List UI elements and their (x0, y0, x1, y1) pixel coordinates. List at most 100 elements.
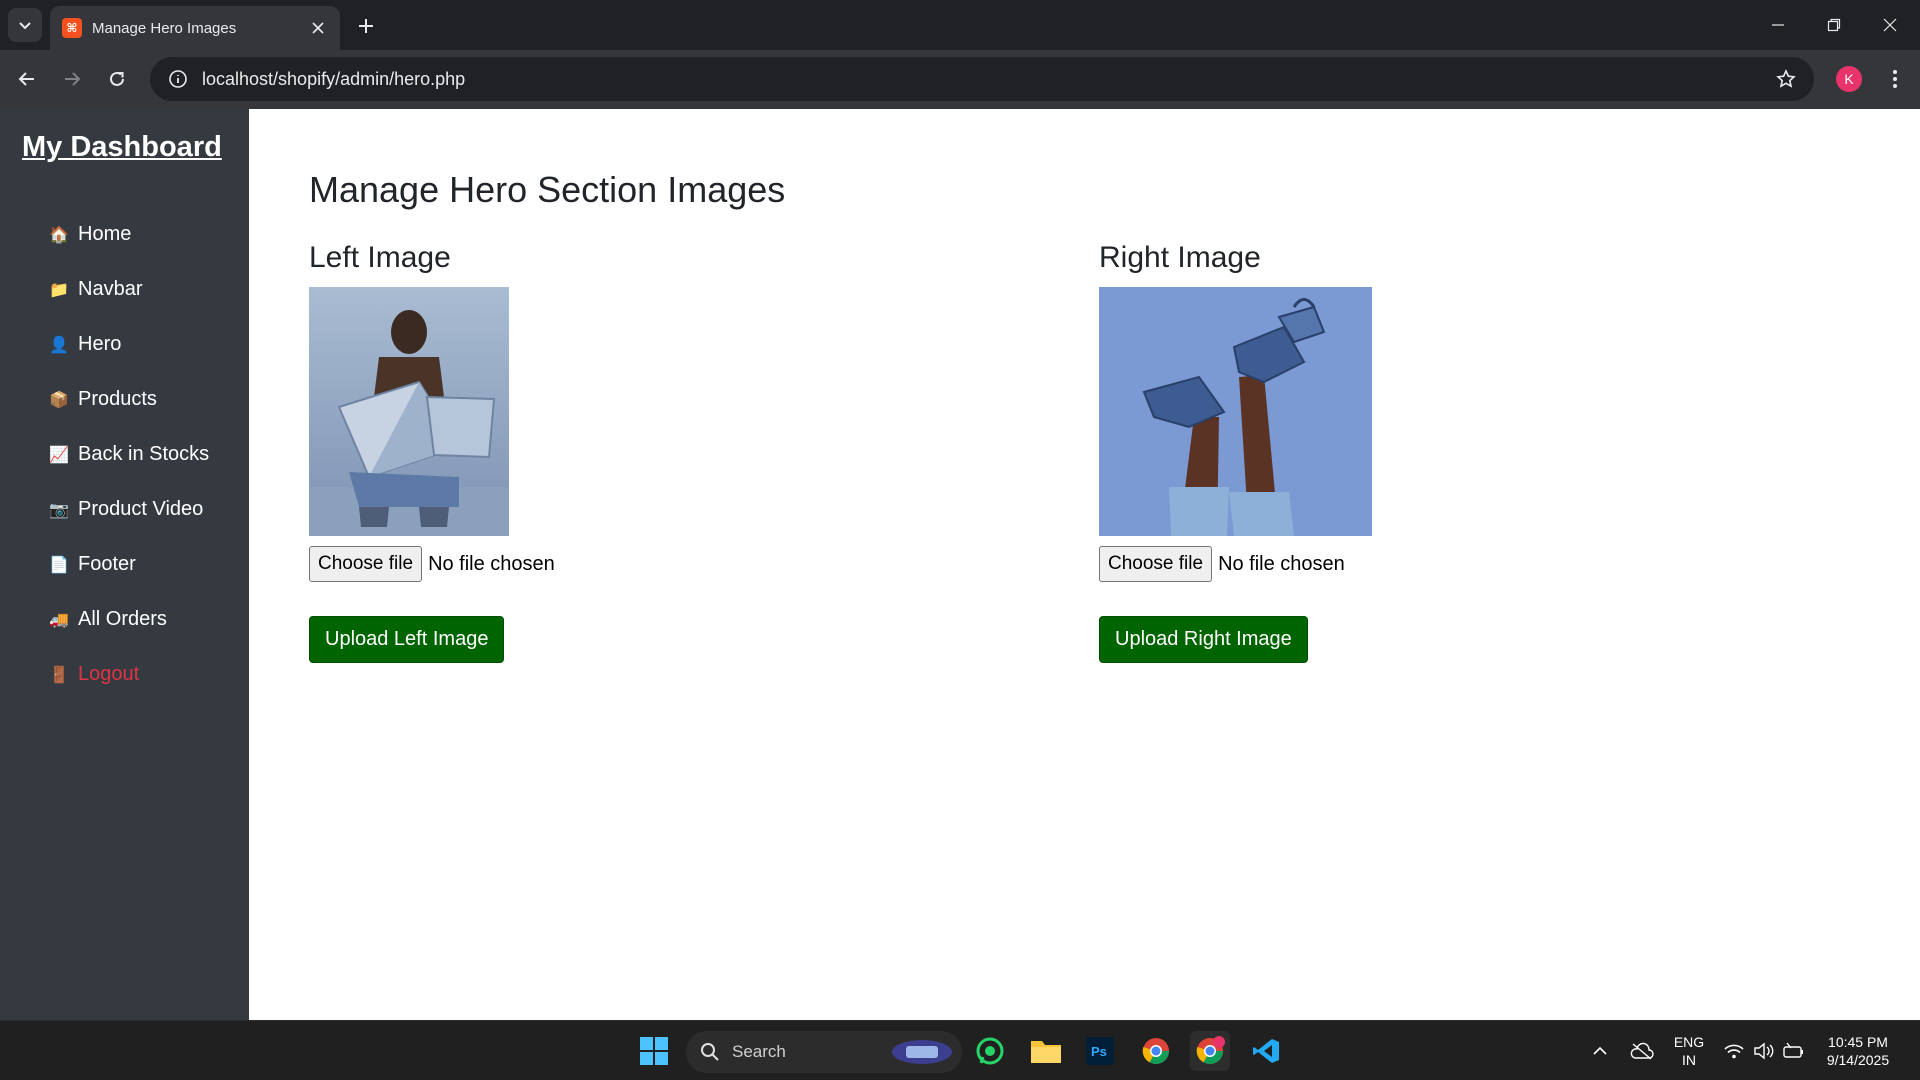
tab-close-button[interactable] (308, 18, 328, 38)
photoshop-taskbar-icon[interactable]: Ps (1080, 1031, 1120, 1071)
right-hero-image (1099, 287, 1372, 536)
woman-with-bag-image (309, 287, 509, 536)
right-choose-file-button[interactable]: Choose file (1099, 546, 1213, 582)
tab-title: Manage Hero Images (92, 19, 237, 37)
sidebar-item-hero[interactable]: 👤 Hero (0, 317, 249, 372)
restore-button[interactable] (1806, 0, 1862, 50)
chevron-down-icon (19, 22, 31, 30)
forward-button[interactable] (55, 62, 89, 96)
arrow-left-icon (18, 72, 34, 86)
right-image-section: Right Image Choose file No file chosen U… (1099, 241, 1372, 663)
page: My Dashboard 🏠 Home 📁 Navbar 👤 Hero 📦 Pr… (0, 109, 1920, 1020)
address-bar[interactable]: localhost/shopify/admin/hero.php (150, 57, 1814, 101)
upload-left-image-button[interactable]: Upload Left Image (309, 616, 505, 663)
reload-button[interactable] (100, 62, 134, 96)
right-image-heading: Right Image (1099, 241, 1261, 274)
onedrive-offline-icon[interactable] (1622, 1031, 1662, 1071)
sidebar-item-label: All Orders (78, 608, 167, 630)
language-indicator[interactable]: ENG IN (1664, 1033, 1714, 1069)
folder-icon: 📁 (49, 281, 69, 299)
right-file-status: No file chosen (1218, 552, 1345, 575)
url-text[interactable]: localhost/shopify/admin/hero.php (202, 69, 465, 90)
sidebar-item-footer[interactable]: 📄 Footer (0, 537, 249, 592)
chart-icon: 📈 (49, 446, 69, 464)
more-vertical-icon (1893, 70, 1897, 88)
vscode-taskbar-icon[interactable] (1246, 1031, 1286, 1071)
windows-start-button[interactable] (634, 1031, 674, 1071)
file-explorer-taskbar-icon[interactable] (1026, 1031, 1066, 1071)
browser-menu-button[interactable] (1880, 64, 1910, 94)
search-icon (701, 1043, 719, 1061)
minimize-button[interactable] (1750, 0, 1806, 50)
sidebar-item-label: Logout (78, 663, 140, 685)
show-hidden-icons-button[interactable] (1580, 1031, 1620, 1071)
site-info-icon[interactable] (156, 57, 200, 101)
upload-right-image-button[interactable]: Upload Right Image (1099, 616, 1308, 663)
volume-icon (1754, 1042, 1774, 1060)
back-button[interactable] (10, 62, 44, 96)
sidebar-item-all-orders[interactable]: 🚚 All Orders (0, 592, 249, 647)
taskbar-search-label: Search (732, 1042, 786, 1061)
person-icon: 👤 (49, 336, 69, 354)
clock-date: 9/14/2025 (1826, 1052, 1890, 1068)
whatsapp-taskbar-icon[interactable] (970, 1031, 1010, 1071)
left-image-heading: Left Image (309, 241, 451, 274)
sidebar-item-back-in-stocks[interactable]: 📈 Back in Stocks (0, 427, 249, 482)
sidebar-nav: 🏠 Home 📁 Navbar 👤 Hero 📦 Products 📈 Back… (0, 207, 249, 702)
sidebar-item-label: Back in Stocks (78, 443, 210, 465)
sidebar-item-navbar[interactable]: 📁 Navbar (0, 262, 249, 317)
page-title: Manage Hero Section Images (309, 169, 786, 210)
close-icon (1883, 18, 1897, 32)
wifi-icon (1724, 1044, 1744, 1059)
door-icon: 🚪 (49, 666, 69, 684)
sidebar-item-label: Hero (78, 333, 122, 355)
reload-icon (110, 71, 124, 86)
quick-settings-button[interactable] (1716, 1031, 1812, 1071)
minimize-icon (1772, 24, 1784, 26)
truck-icon: 🚚 (49, 611, 69, 629)
battery-charging-icon (1783, 1042, 1803, 1058)
sidebar-item-label: Footer (78, 553, 136, 575)
sidebar-item-products[interactable]: 📦 Products (0, 372, 249, 427)
browser-tabstrip: ⌘ Manage Hero Images (0, 0, 1920, 50)
language-code: ENG (1673, 1034, 1705, 1050)
browser-tab[interactable]: ⌘ Manage Hero Images (50, 6, 340, 50)
legs-with-heels-image (1099, 287, 1372, 536)
new-tab-button[interactable] (352, 12, 380, 40)
chrome-taskbar-icon[interactable] (1136, 1031, 1176, 1071)
sidebar-item-label: Navbar (78, 278, 143, 300)
chrome-profile-taskbar-icon[interactable] (1190, 1031, 1230, 1071)
arrow-right-icon (65, 72, 81, 86)
sidebar-item-product-video[interactable]: 📷 Product Video (0, 482, 249, 537)
taskbar-search-box[interactable]: Search (686, 1031, 962, 1073)
dashboard-brand-link[interactable]: My Dashboard (22, 131, 222, 164)
left-file-status: No file chosen (428, 552, 555, 575)
svg-text:Ps: Ps (1091, 1044, 1107, 1059)
left-file-input[interactable]: Choose file No file chosen (309, 546, 555, 582)
sidebar-item-label: Products (78, 388, 157, 410)
windows-logo-icon (640, 1037, 668, 1065)
profile-avatar[interactable]: K (1836, 66, 1862, 92)
tab-search-button[interactable] (8, 8, 42, 42)
clock[interactable]: 10:45 PM 9/14/2025 (1816, 1033, 1900, 1069)
camera-icon: 📷 (49, 501, 69, 519)
windows-taskbar: Search Ps ENG IN 10:45 PM 9/14/2025 (0, 1020, 1920, 1080)
browser-toolbar: localhost/shopify/admin/hero.php K (0, 50, 1920, 109)
window-close-button[interactable] (1862, 0, 1918, 50)
clock-time: 10:45 PM (1828, 1034, 1888, 1050)
sidebar-item-home[interactable]: 🏠 Home (0, 207, 249, 262)
sidebar-item-label: Home (78, 223, 132, 245)
left-choose-file-button[interactable]: Choose file (309, 546, 423, 582)
restore-icon (1827, 18, 1841, 32)
search-highlight-icon (892, 1040, 952, 1064)
sidebar-item-label: Product Video (78, 498, 204, 520)
left-hero-image (309, 287, 509, 536)
main-content: Manage Hero Section Images Left Image Ch… (249, 109, 1920, 1020)
chevron-up-icon (1593, 1046, 1607, 1055)
xampp-favicon-icon: ⌘ (62, 18, 82, 38)
bookmark-star-icon[interactable] (1774, 67, 1798, 91)
plus-icon (359, 19, 373, 33)
right-file-input[interactable]: Choose file No file chosen (1099, 546, 1372, 582)
sidebar-item-logout[interactable]: 🚪 Logout (0, 647, 249, 702)
language-region: IN (1682, 1052, 1696, 1068)
